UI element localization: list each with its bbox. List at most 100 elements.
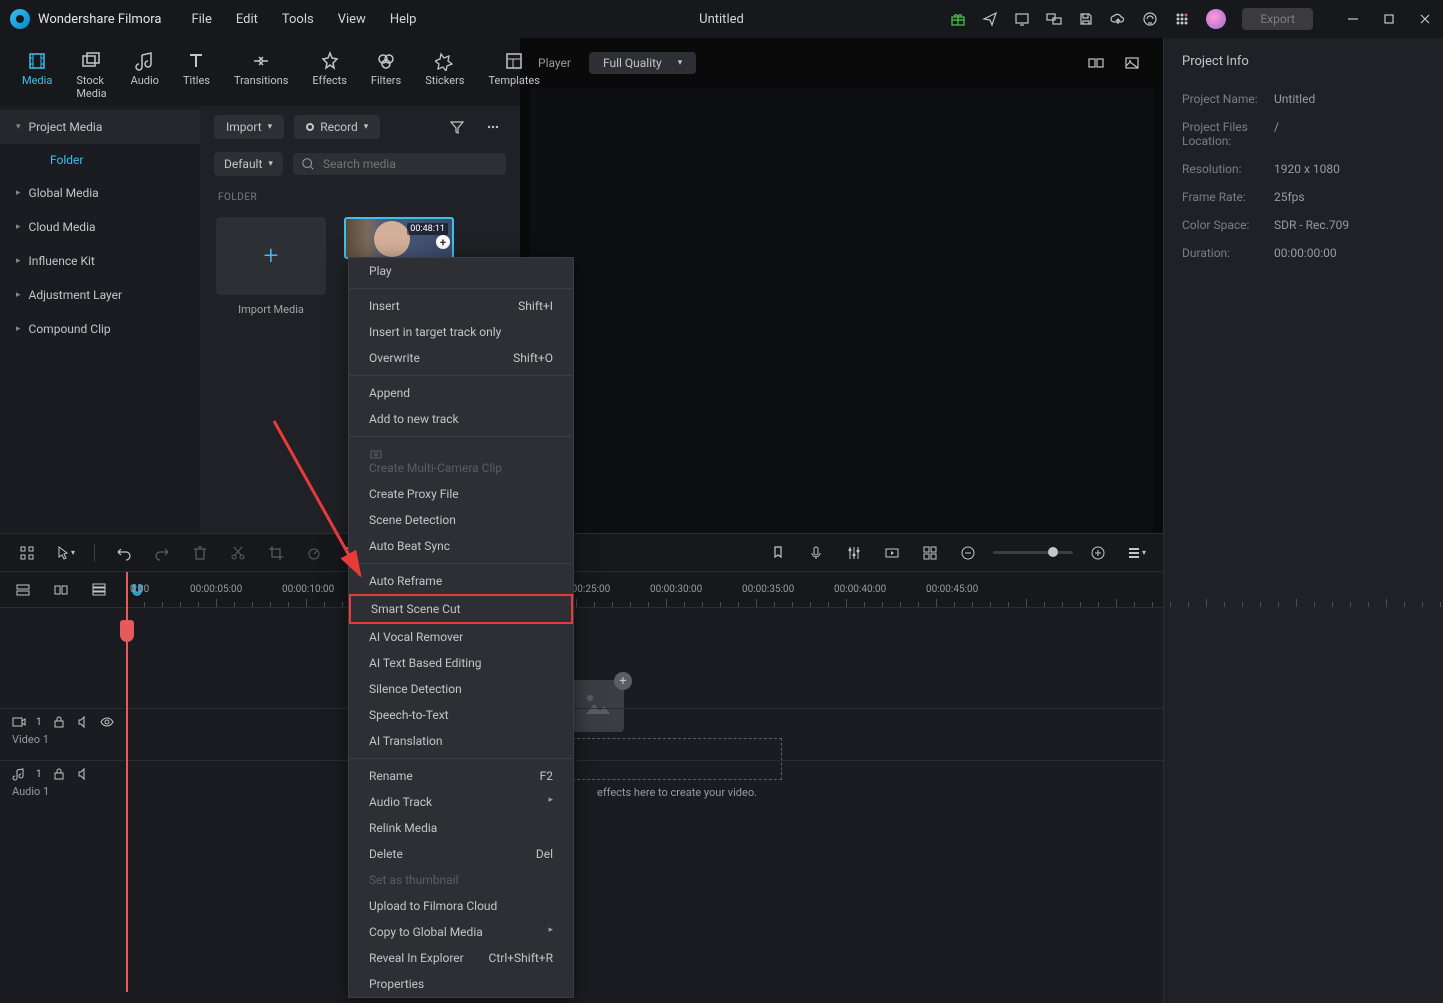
ctx-audio-track[interactable]: Audio Track▸ bbox=[349, 789, 573, 815]
display2-icon[interactable] bbox=[1046, 11, 1062, 27]
ctx-speech-to-text[interactable]: Speech-to-Text bbox=[349, 702, 573, 728]
lock-icon[interactable] bbox=[52, 767, 66, 781]
timeline-ruler[interactable]: 0:00 00:00:05:00 00:00:10:00 00:00:25:00… bbox=[0, 572, 1163, 608]
record-dropdown[interactable]: Record▾ bbox=[294, 115, 380, 139]
menu-view[interactable]: View bbox=[338, 12, 366, 27]
search-input[interactable] bbox=[323, 157, 498, 171]
tab-filters[interactable]: Filters bbox=[359, 44, 413, 106]
track-layout2-icon[interactable] bbox=[48, 577, 74, 603]
cut-icon[interactable] bbox=[225, 540, 251, 566]
marker-icon[interactable] bbox=[765, 540, 791, 566]
sidebar-item-influence-kit[interactable]: ▸Influence Kit bbox=[0, 244, 200, 278]
ctx-ai-text-based-editing[interactable]: AI Text Based Editing bbox=[349, 650, 573, 676]
sidebar-item-global-media[interactable]: ▸Global Media bbox=[0, 176, 200, 210]
ctx-ai-vocal-remover[interactable]: AI Vocal Remover bbox=[349, 624, 573, 650]
export-button[interactable]: Export bbox=[1242, 8, 1313, 30]
tab-effects[interactable]: Effects bbox=[300, 44, 359, 106]
ctx-create-proxy-file[interactable]: Create Proxy File bbox=[349, 481, 573, 507]
tab-transitions[interactable]: Transitions bbox=[222, 44, 300, 106]
undo-icon[interactable] bbox=[111, 540, 137, 566]
track-layout1-icon[interactable] bbox=[10, 577, 36, 603]
mute-icon[interactable] bbox=[76, 767, 90, 781]
menu-file[interactable]: File bbox=[191, 12, 211, 27]
sidebar-item-cloud-media[interactable]: ▸Cloud Media bbox=[0, 210, 200, 244]
track-layout3-icon[interactable] bbox=[86, 577, 112, 603]
ctx-auto-beat-sync[interactable]: Auto Beat Sync bbox=[349, 533, 573, 559]
playhead[interactable] bbox=[126, 572, 128, 992]
menu-tools[interactable]: Tools bbox=[282, 12, 314, 27]
ctx-properties[interactable]: Properties bbox=[349, 971, 573, 997]
ctx-delete[interactable]: DeleteDel bbox=[349, 841, 573, 867]
maximize-icon[interactable] bbox=[1381, 11, 1397, 27]
crop-icon[interactable] bbox=[263, 540, 289, 566]
ctx-insert[interactable]: InsertShift+I bbox=[349, 293, 573, 319]
sidebar-item-compound-clip[interactable]: ▸Compound Clip bbox=[0, 312, 200, 346]
ctx-reveal-in-explorer[interactable]: Reveal In ExplorerCtrl+Shift+R bbox=[349, 945, 573, 971]
zoom-slider[interactable] bbox=[993, 551, 1073, 554]
tab-media[interactable]: Media bbox=[10, 44, 64, 106]
ctx-upload-to-filmora-cloud[interactable]: Upload to Filmora Cloud bbox=[349, 893, 573, 919]
track-manage-icon[interactable] bbox=[14, 540, 40, 566]
sidebar-item-adjustment-layer[interactable]: ▸Adjustment Layer bbox=[0, 278, 200, 312]
lock-icon[interactable] bbox=[52, 715, 66, 729]
ctx-rename[interactable]: RenameF2 bbox=[349, 763, 573, 789]
close-icon[interactable] bbox=[1417, 11, 1433, 27]
grid-icon[interactable] bbox=[917, 540, 943, 566]
titlebar: Wondershare Filmora File Edit Tools View… bbox=[0, 0, 1443, 38]
ctx-insert-in-target-track-only[interactable]: Insert in target track only bbox=[349, 319, 573, 345]
tab-stock-media[interactable]: Stock Media bbox=[64, 44, 118, 106]
zoom-out-icon[interactable] bbox=[955, 540, 981, 566]
profile-avatar[interactable] bbox=[1206, 9, 1226, 29]
ctx-auto-reframe[interactable]: Auto Reframe bbox=[349, 568, 573, 594]
mixer-icon[interactable] bbox=[841, 540, 867, 566]
ctx-ai-translation[interactable]: AI Translation bbox=[349, 728, 573, 754]
video-track-row[interactable]: 1 Video 1 bbox=[0, 708, 1163, 760]
cloud-icon[interactable] bbox=[1110, 11, 1126, 27]
minimize-icon[interactable] bbox=[1345, 11, 1361, 27]
ctx-overwrite[interactable]: OverwriteShift+O bbox=[349, 345, 573, 371]
menu-edit[interactable]: Edit bbox=[236, 12, 258, 27]
audio-track-row[interactable]: 1 Audio 1 bbox=[0, 760, 1163, 812]
ctx-append[interactable]: Append bbox=[349, 380, 573, 406]
more-icon[interactable] bbox=[480, 114, 506, 140]
fit-icon[interactable]: ▾ bbox=[1123, 540, 1149, 566]
save-icon[interactable] bbox=[1078, 11, 1094, 27]
tab-titles[interactable]: Titles bbox=[171, 44, 222, 106]
mute-icon[interactable] bbox=[76, 715, 90, 729]
ctx-silence-detection[interactable]: Silence Detection bbox=[349, 676, 573, 702]
sidebar-item-project-media[interactable]: ▾Project Media bbox=[0, 110, 200, 144]
sort-dropdown[interactable]: Default▾ bbox=[214, 152, 283, 176]
tab-audio[interactable]: Audio bbox=[119, 44, 171, 106]
zoom-in-icon[interactable] bbox=[1085, 540, 1111, 566]
picture-view-icon[interactable] bbox=[1119, 50, 1145, 76]
ctx-smart-scene-cut[interactable]: Smart Scene Cut bbox=[349, 594, 573, 624]
mic-icon[interactable] bbox=[803, 540, 829, 566]
filter-icon[interactable] bbox=[444, 114, 470, 140]
display1-icon[interactable] bbox=[1014, 11, 1030, 27]
apps-icon[interactable] bbox=[1174, 11, 1190, 27]
ctx-play[interactable]: Play bbox=[349, 258, 573, 284]
visibility-icon[interactable] bbox=[100, 715, 114, 729]
speed-icon[interactable] bbox=[301, 540, 327, 566]
menu-help[interactable]: Help bbox=[390, 12, 417, 27]
ctx-relink-media[interactable]: Relink Media bbox=[349, 815, 573, 841]
support-icon[interactable] bbox=[1142, 11, 1158, 27]
clip-add-icon[interactable]: + bbox=[436, 235, 450, 249]
compare-view-icon[interactable] bbox=[1083, 50, 1109, 76]
gift-icon[interactable] bbox=[950, 11, 966, 27]
import-media-tile[interactable]: + Import Media bbox=[216, 217, 326, 316]
cursor-icon[interactable]: ▾ bbox=[52, 540, 78, 566]
search-media[interactable] bbox=[293, 153, 506, 175]
timeline-tracks[interactable]: + effects here to create your video. 1 V… bbox=[0, 608, 1163, 1003]
tab-stickers[interactable]: Stickers bbox=[413, 44, 476, 106]
delete-icon[interactable] bbox=[187, 540, 213, 566]
quality-dropdown[interactable]: Full Quality▾ bbox=[589, 52, 696, 74]
ctx-copy-to-global-media[interactable]: Copy to Global Media▸ bbox=[349, 919, 573, 945]
import-dropdown[interactable]: Import▾ bbox=[214, 115, 284, 139]
send-icon[interactable] bbox=[982, 11, 998, 27]
ctx-add-to-new-track[interactable]: Add to new track bbox=[349, 406, 573, 432]
sidebar-child-folder[interactable]: Folder bbox=[0, 144, 200, 176]
redo-icon[interactable] bbox=[149, 540, 175, 566]
ctx-scene-detection[interactable]: Scene Detection bbox=[349, 507, 573, 533]
render-icon[interactable] bbox=[879, 540, 905, 566]
